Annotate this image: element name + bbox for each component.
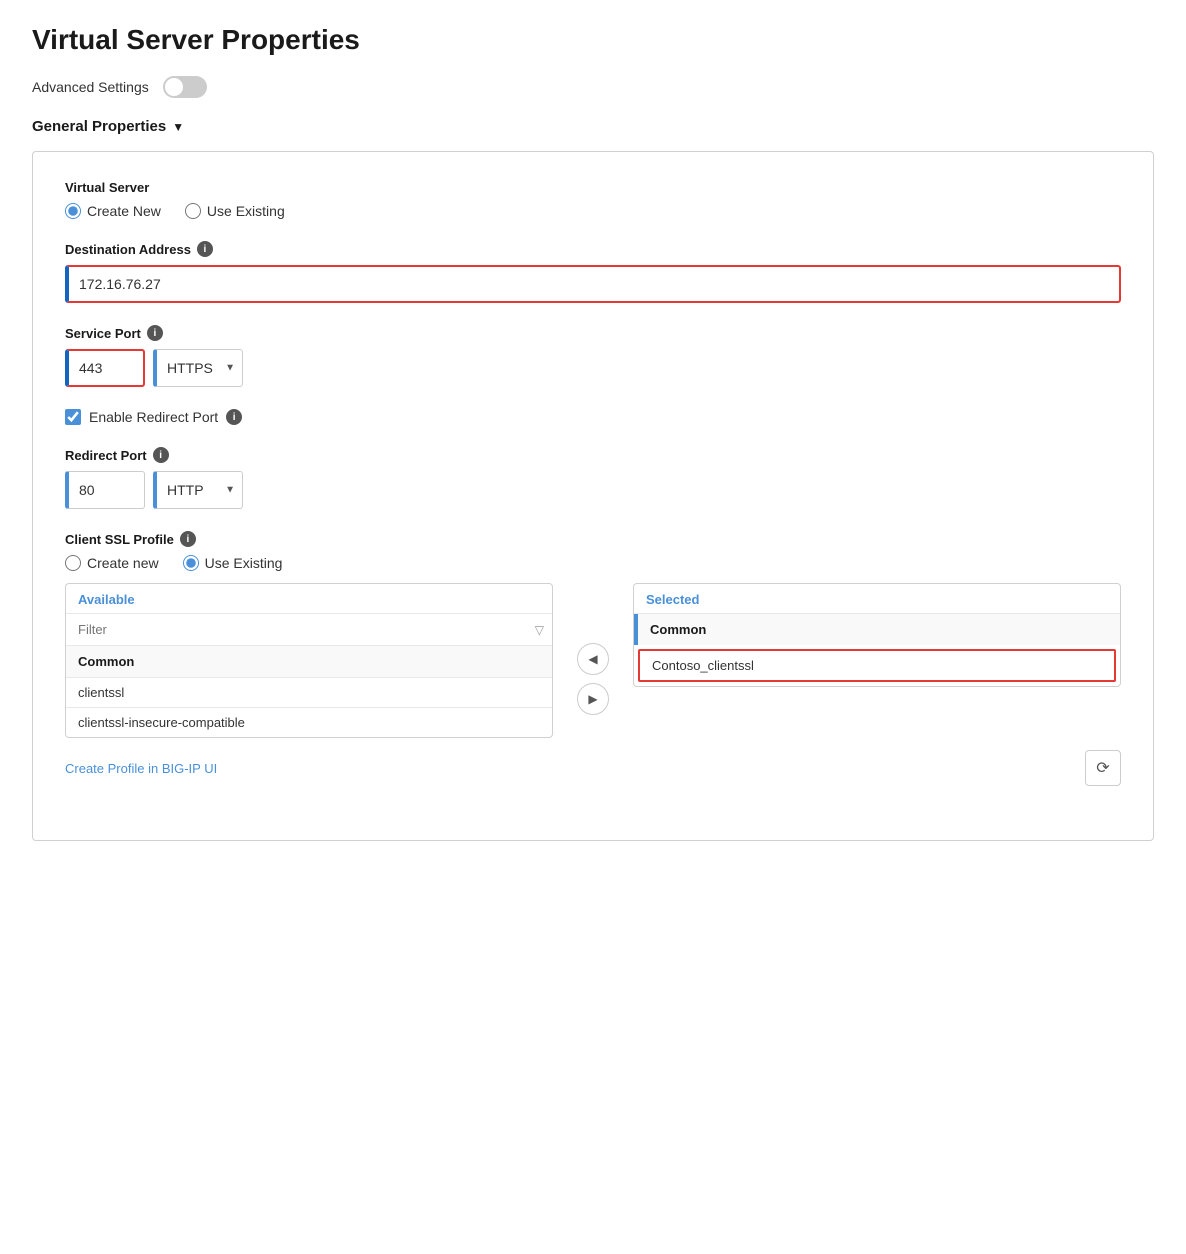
list-item[interactable]: clientssl	[66, 677, 552, 707]
ssl-bottom-row: Create Profile in BIG-IP UI ⟳	[65, 750, 1121, 786]
enable-redirect-port-checkbox[interactable]	[65, 409, 81, 425]
ssl-use-existing-label: Use Existing	[205, 555, 283, 571]
ssl-dual-panel: Available ▽ Common clientssl clientssl-i…	[65, 583, 1121, 738]
client-ssl-profile-label: Client SSL Profile i	[65, 531, 1121, 547]
ssl-use-existing-radio-option[interactable]: Use Existing	[183, 555, 283, 571]
redirect-port-group: Redirect Port i HTTP HTTPS FTP Other ▼	[65, 447, 1121, 509]
create-profile-link[interactable]: Create Profile in BIG-IP UI	[65, 761, 217, 776]
page-title: Virtual Server Properties	[32, 24, 1154, 56]
service-port-row: HTTPS HTTP FTP Other ▼	[65, 349, 1121, 387]
service-port-input[interactable]	[65, 349, 145, 387]
advanced-settings-row: Advanced Settings	[32, 76, 1154, 98]
enable-redirect-port-info-icon: i	[226, 409, 242, 425]
move-right-button[interactable]: ▶	[577, 683, 609, 715]
service-protocol-select[interactable]: HTTPS HTTP FTP Other	[153, 349, 243, 387]
filter-row: ▽	[66, 614, 552, 646]
create-new-label: Create New	[87, 203, 161, 219]
selected-item[interactable]: Contoso_clientssl	[638, 649, 1116, 682]
redirect-port-input[interactable]	[65, 471, 145, 509]
ssl-create-new-radio[interactable]	[65, 555, 81, 571]
selected-panel-title: Selected	[634, 584, 1120, 614]
service-port-info-icon: i	[147, 325, 163, 341]
ssl-create-new-label: Create new	[87, 555, 159, 571]
available-panel: Available ▽ Common clientssl clientssl-i…	[65, 583, 553, 738]
available-list: Common clientssl clientssl-insecure-comp…	[66, 646, 552, 737]
selected-group-header: Common	[634, 614, 1120, 645]
client-ssl-profile-section: Client SSL Profile i Create new Use Exis…	[65, 531, 1121, 786]
arrow-buttons: ◀ ▶	[569, 643, 617, 715]
general-properties-card: Virtual Server Create New Use Existing D…	[32, 151, 1154, 841]
use-existing-radio[interactable]	[185, 203, 201, 219]
refresh-button[interactable]: ⟳	[1085, 750, 1121, 786]
ssl-use-existing-radio[interactable]	[183, 555, 199, 571]
create-new-radio-option[interactable]: Create New	[65, 203, 161, 219]
redirect-protocol-select[interactable]: HTTP HTTPS FTP Other	[153, 471, 243, 509]
use-existing-radio-option[interactable]: Use Existing	[185, 203, 285, 219]
use-existing-label: Use Existing	[207, 203, 285, 219]
create-new-radio[interactable]	[65, 203, 81, 219]
destination-address-group: Destination Address i	[65, 241, 1121, 303]
filter-input[interactable]	[74, 614, 535, 645]
enable-redirect-port-label: Enable Redirect Port	[89, 409, 218, 425]
selected-panel: Selected Common Contoso_clientssl	[633, 583, 1121, 687]
service-protocol-wrapper: HTTPS HTTP FTP Other ▼	[153, 349, 243, 387]
available-panel-title: Available	[66, 584, 552, 614]
list-item[interactable]: clientssl-insecure-compatible	[66, 707, 552, 737]
redirect-port-info-icon: i	[153, 447, 169, 463]
service-port-group: Service Port i HTTPS HTTP FTP Other ▼	[65, 325, 1121, 387]
ssl-create-new-radio-option[interactable]: Create new	[65, 555, 159, 571]
destination-address-label: Destination Address i	[65, 241, 1121, 257]
redirect-port-row: HTTP HTTPS FTP Other ▼	[65, 471, 1121, 509]
service-port-label: Service Port i	[65, 325, 1121, 341]
redirect-protocol-wrapper: HTTP HTTPS FTP Other ▼	[153, 471, 243, 509]
virtual-server-group: Virtual Server Create New Use Existing	[65, 180, 1121, 219]
filter-icon: ▽	[535, 623, 544, 637]
virtual-server-label: Virtual Server	[65, 180, 1121, 195]
advanced-settings-label: Advanced Settings	[32, 79, 149, 95]
client-ssl-radio-group: Create new Use Existing	[65, 555, 1121, 571]
destination-address-info-icon: i	[197, 241, 213, 257]
general-properties-label: General Properties	[32, 118, 166, 135]
client-ssl-profile-info-icon: i	[180, 531, 196, 547]
advanced-settings-toggle[interactable]	[163, 76, 207, 98]
refresh-icon: ⟳	[1096, 758, 1109, 778]
move-left-button[interactable]: ◀	[577, 643, 609, 675]
general-properties-header[interactable]: General Properties ▼	[32, 118, 1154, 135]
virtual-server-radio-group: Create New Use Existing	[65, 203, 1121, 219]
redirect-port-label: Redirect Port i	[65, 447, 1121, 463]
enable-redirect-port-row: Enable Redirect Port i	[65, 409, 1121, 425]
destination-address-input[interactable]	[65, 265, 1121, 303]
available-group-header: Common	[66, 646, 552, 677]
general-properties-chevron: ▼	[172, 120, 184, 134]
